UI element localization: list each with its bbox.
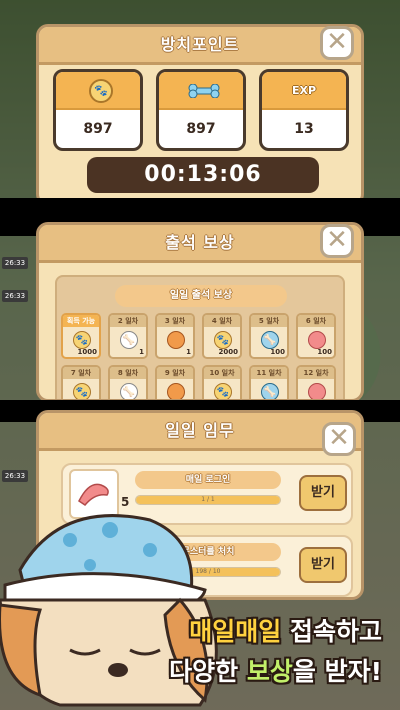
bone-icon: 🦴 <box>120 331 138 349</box>
side-timer-tag: 26:33 <box>2 257 28 269</box>
day-reward-cell[interactable]: 8 일차🦴1 <box>108 365 148 399</box>
idle-points-panel: 방치포인트 🐾 897 897 EXP 13 00:13:06 <box>36 24 364 206</box>
exp-card: EXP 13 <box>259 69 349 151</box>
gold-value: 897 <box>83 121 113 137</box>
mission-title: 매일 로그인 <box>135 471 281 489</box>
claim-button[interactable]: 받기 <box>299 475 347 511</box>
panel-title: 출석 보상 <box>39 225 361 263</box>
day-label: 7 일차 <box>63 367 99 379</box>
day-reward-cell[interactable]: 10 일차🐾4000 <box>202 365 242 399</box>
bone-icon: 🦴 <box>120 383 138 399</box>
day-reward-cell[interactable]: 3 일차 1 <box>155 313 195 359</box>
coin-icon: 🐾 <box>214 331 232 349</box>
day-label: 4 일차 <box>204 315 240 327</box>
close-button[interactable]: ✕ <box>322 422 356 456</box>
coin-icon: 🐾 <box>73 383 91 399</box>
blue-bone-icon: 🦴 <box>261 331 279 349</box>
close-button[interactable]: ✕ <box>320 26 354 60</box>
promo-line-1: 매일매일 접속하고 <box>189 617 382 646</box>
blue-bone-icon: 🦴 <box>261 383 279 399</box>
panel-title: 일일 임무 <box>39 413 361 451</box>
day-label: 3 일차 <box>157 315 193 327</box>
day-reward-cell[interactable]: 9 일차1 <box>155 365 195 399</box>
day-reward-cell[interactable]: 7 일차🐾3000 <box>61 365 101 399</box>
gold-card: 🐾 897 <box>53 69 143 151</box>
attendance-panel: 출석 보상 일일 출석 보상 획득 가능 🐾 1000 2 일차 🦴 1 3 일차 1 4 일차… <box>36 222 364 402</box>
day-amount: 2000 <box>218 348 238 356</box>
bacon-icon <box>308 383 326 399</box>
panel-title: 방치포인트 <box>39 27 361 65</box>
day-amount: 100 <box>317 348 332 356</box>
close-button[interactable]: ✕ <box>320 224 354 258</box>
bone-card: 897 <box>156 69 246 151</box>
sausage-icon <box>167 331 185 349</box>
day-label: 5 일차 <box>251 315 287 327</box>
day-reward-cell[interactable]: 2 일차 🦴 1 <box>108 313 148 359</box>
side-timer-tag: 26:33 <box>2 470 28 482</box>
day-reward-cell[interactable]: 4 일차 🐾 2000 <box>202 313 242 359</box>
exp-value: 13 <box>294 121 314 137</box>
day-label: 6 일차 <box>298 315 334 327</box>
claim-button[interactable]: 받기 <box>299 547 347 583</box>
bacon-icon <box>308 331 326 349</box>
day-amount: 1 <box>186 348 191 356</box>
day-label: 8 일차 <box>110 367 146 379</box>
attendance-box: 일일 출석 보상 획득 가능 🐾 1000 2 일차 🦴 1 3 일차 1 4 일차 🐾 2000 5… <box>55 275 345 399</box>
day-label: 획득 가능 <box>63 315 99 327</box>
day-reward-cell[interactable]: 5 일차 🦴 100 <box>249 313 289 359</box>
exp-label: EXP <box>291 84 317 97</box>
day-amount: 1000 <box>77 348 97 356</box>
day-label: 12 일차 <box>298 367 334 379</box>
bone-value: 897 <box>186 121 216 137</box>
day-amount: 100 <box>270 348 285 356</box>
idle-timer: 00:13:06 <box>87 157 319 193</box>
sausage-icon <box>167 383 185 399</box>
day-label: 10 일차 <box>204 367 240 379</box>
day-label: 11 일차 <box>251 367 287 379</box>
day-reward-cell[interactable]: 획득 가능 🐾 1000 <box>61 313 101 359</box>
coin-icon: 🐾 <box>73 331 91 349</box>
promo-line-2: 다양한 보상을 받자! <box>169 657 382 686</box>
side-timer-tag: 26:33 <box>2 290 28 302</box>
attendance-ribbon: 일일 출석 보상 <box>115 285 287 307</box>
day-label: 2 일차 <box>110 315 146 327</box>
day-label: 9 일차 <box>157 367 193 379</box>
day-reward-cell[interactable]: 12 일차100 <box>296 365 336 399</box>
day-amount: 1 <box>139 348 144 356</box>
coin-icon: 🐾 <box>89 79 113 103</box>
day-reward-cell[interactable]: 6 일차 100 <box>296 313 336 359</box>
day-reward-cell[interactable]: 11 일차🦴100 <box>249 365 289 399</box>
coin-icon: 🐾 <box>214 383 232 399</box>
bone-icon <box>188 84 220 98</box>
